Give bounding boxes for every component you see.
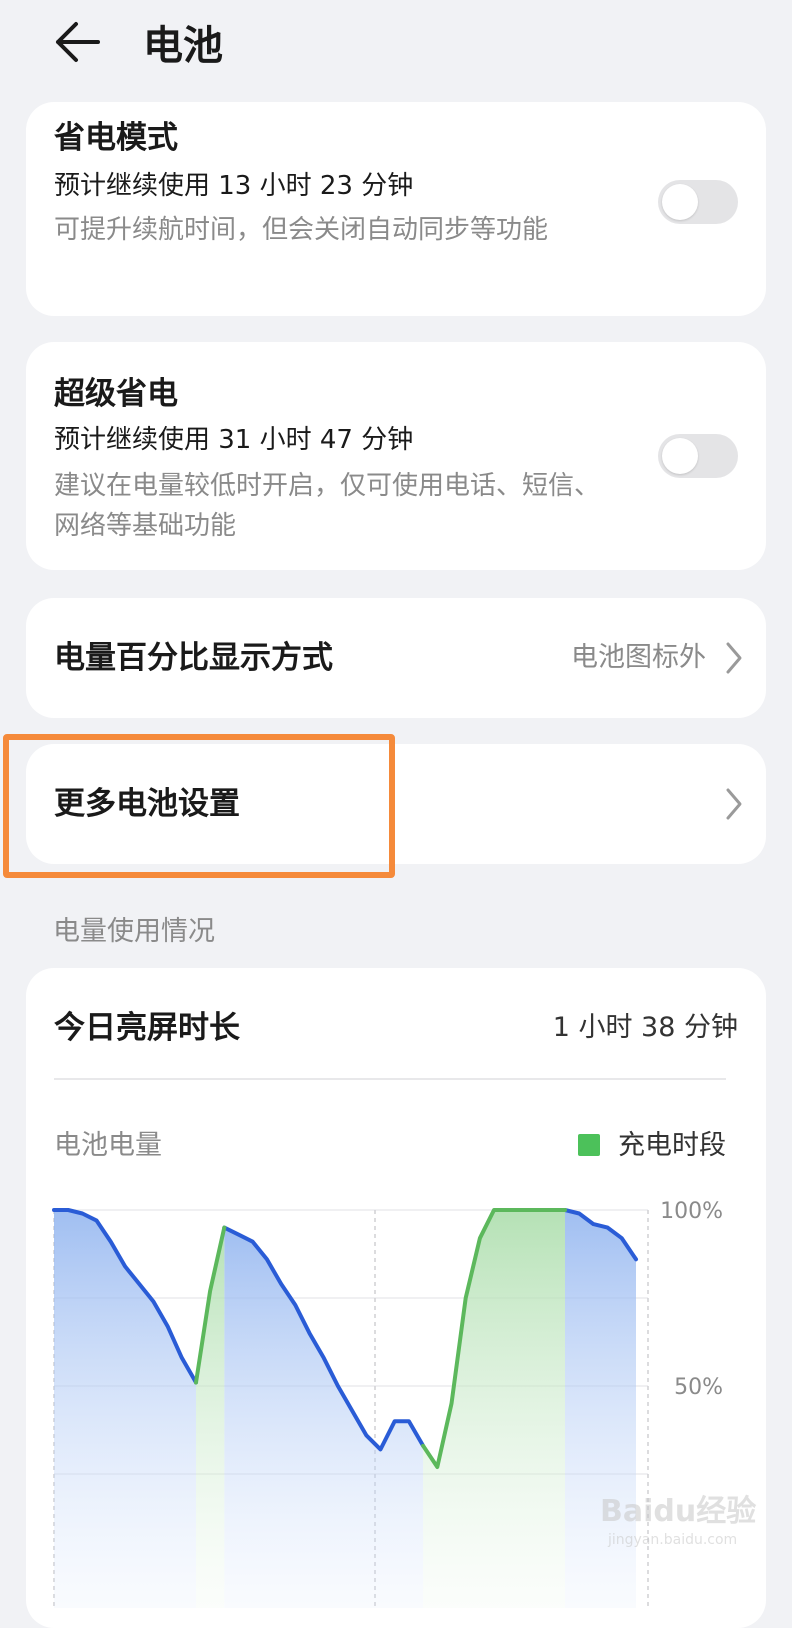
watermark-subtext: jingyan.baidu.com	[608, 1532, 738, 1548]
power-saving-card: 省电模式 预计继续使用 13 小时 23 分钟 可提升续航时间，但会关闭自动同步…	[26, 102, 766, 316]
page-title: 电池	[143, 23, 223, 69]
chevron-right-icon	[724, 640, 746, 676]
watermark-text: Baidu经验	[600, 1494, 757, 1529]
power-saving-title: 省电模式	[54, 120, 178, 156]
ultra-saving-card: 超级省电 预计继续使用 31 小时 47 分钟 建议在电量较低时开启，仅可使用电…	[26, 342, 766, 570]
annotation-highlight-box	[3, 734, 395, 878]
y-tick-label: 100%	[660, 1199, 723, 1224]
percent-display-row[interactable]: 电量百分比显示方式 电池图标外	[26, 598, 766, 718]
ultra-saving-toggle[interactable]	[658, 434, 738, 478]
ultra-saving-description: 建议在电量较低时开启，仅可使用电话、短信、网络等基础功能	[54, 471, 601, 541]
charging-area	[423, 1210, 565, 1608]
discharge-area	[224, 1227, 424, 1608]
power-saving-toggle[interactable]	[658, 180, 738, 224]
discharge-area	[54, 1210, 196, 1608]
back-arrow-icon[interactable]	[52, 18, 108, 74]
percent-display-title: 电量百分比显示方式	[54, 640, 333, 676]
power-saving-description: 可提升续航时间，但会关闭自动同步等功能	[54, 215, 549, 245]
ultra-saving-title: 超级省电	[54, 376, 178, 412]
toggle-knob	[662, 184, 698, 220]
y-tick-label: 50%	[674, 1375, 723, 1400]
chevron-right-icon	[724, 786, 746, 822]
watermark-logo: Baidu经验 jingyan.baidu.com	[600, 1470, 780, 1570]
toggle-knob	[662, 438, 698, 474]
usage-section-label: 电量使用情况	[53, 916, 215, 947]
percent-display-value: 电池图标外	[571, 642, 706, 673]
ultra-saving-estimate: 预计继续使用 31 小时 47 分钟	[54, 425, 414, 455]
power-saving-estimate: 预计继续使用 13 小时 23 分钟	[54, 171, 414, 201]
top-bar: 电池	[0, 0, 792, 92]
